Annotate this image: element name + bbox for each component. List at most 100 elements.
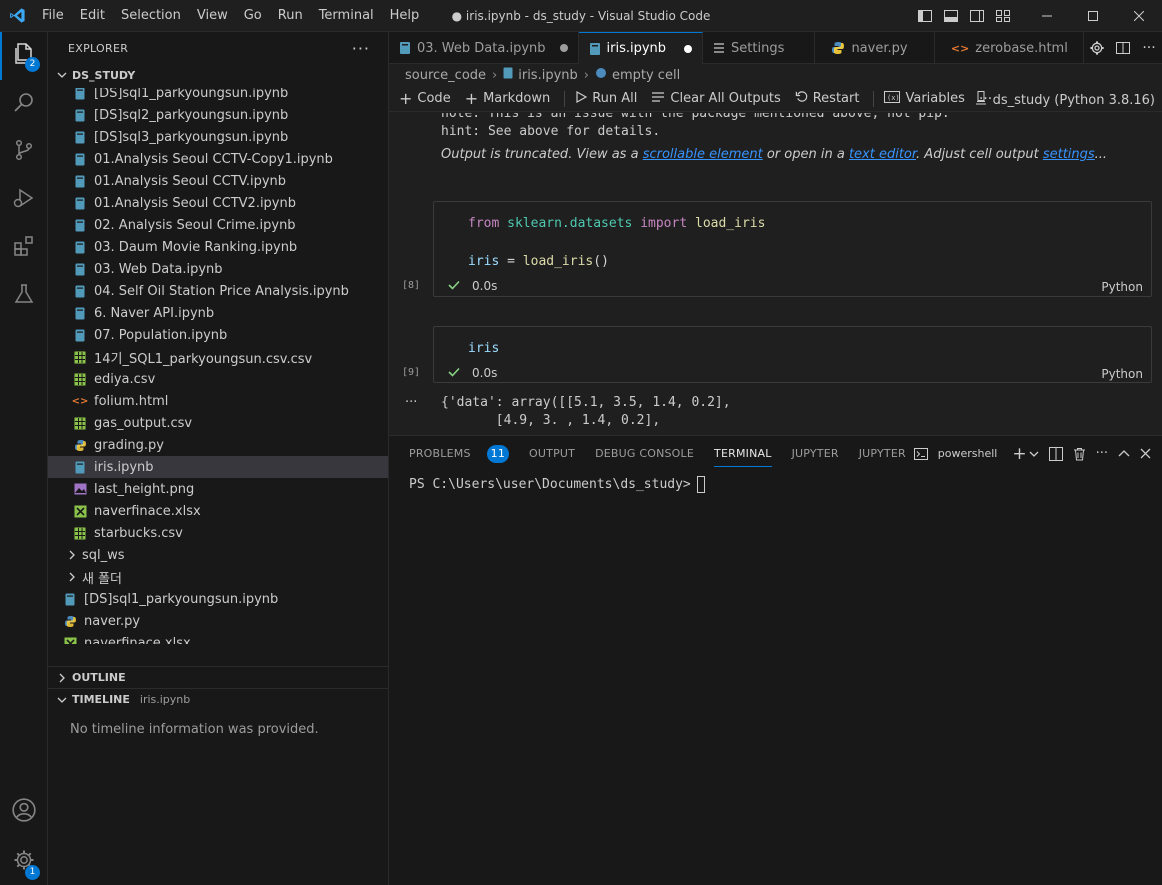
split-terminal-icon[interactable] <box>1048 446 1063 461</box>
file-item-naverfinace-xlsx[interactable]: naverfinace.xlsx <box>48 500 388 522</box>
cell-language[interactable]: Python <box>1101 367 1143 381</box>
accounts-activity[interactable] <box>0 788 48 836</box>
file-item-ds-sql1-parkyoungsun-ipynb[interactable]: [DS]sql1_parkyoungsun.ipynb <box>48 588 388 610</box>
toggle-primary-sidebar-icon[interactable] <box>912 0 938 32</box>
clear-all-outputs-button[interactable]: Clear All Outputs <box>651 91 781 107</box>
more-actions-icon[interactable]: ··· <box>1136 40 1162 56</box>
file-item-last-height-png[interactable]: last_height.png <box>48 478 388 500</box>
extensions-activity[interactable] <box>0 224 48 272</box>
file-item-03-daum-movie-ranking-ipynb[interactable]: 03. Daum Movie Ranking.ipynb <box>48 236 388 258</box>
unsaved-dot-icon[interactable] <box>684 44 693 53</box>
restart-icon <box>795 90 808 107</box>
more-actions-icon[interactable]: ··· <box>352 39 370 58</box>
toggle-secondary-sidebar-icon[interactable] <box>964 0 990 32</box>
close-window-button[interactable] <box>1116 0 1162 32</box>
menu-file[interactable]: File <box>34 0 72 32</box>
file-item-naverfinace-xlsx[interactable]: naverfinace.xlsx <box>48 632 388 644</box>
tab-naver-py[interactable]: naver.py <box>815 32 935 64</box>
file-item-starbucks-csv[interactable]: starbucks.csv <box>48 522 388 544</box>
terminal-instance[interactable]: powershell <box>909 447 1003 460</box>
code-cell[interactable]: iris [9] 0.0s Python <box>402 326 1152 383</box>
tab-jupyter[interactable]: JUPYTER <box>782 436 849 471</box>
tab-debug-console[interactable]: DEBUG CONSOLE <box>585 436 704 471</box>
terminal-prompt: PS C:\Users\user\Documents\ds_study> <box>409 477 691 492</box>
add-markdown-button[interactable]: + Markdown <box>465 89 551 108</box>
text-editor-link[interactable]: text editor <box>849 147 916 162</box>
breadcrumb-cell[interactable]: empty cell <box>612 68 680 83</box>
workspace-header[interactable]: DS_STUDY <box>48 64 388 86</box>
notebook-icon <box>72 151 88 167</box>
file-item-gas-output-csv[interactable]: gas_output.csv <box>48 412 388 434</box>
variables-button[interactable]: (x) Variables <box>884 90 965 107</box>
file-item-01-analysis-seoul-cctv-copy1-ipynb[interactable]: 01.Analysis Seoul CCTV-Copy1.ipynb <box>48 148 388 170</box>
file-item-grading-py[interactable]: grading.py <box>48 434 388 456</box>
file-item-iris-ipynb[interactable]: iris.ipynb <box>48 456 388 478</box>
menu-help[interactable]: Help <box>382 0 428 32</box>
tab-terminal[interactable]: TERMINAL <box>704 436 782 471</box>
output-actions-icon[interactable]: ··· <box>405 395 417 410</box>
file-item-01-analysis-seoul-cctv2-ipynb[interactable]: 01.Analysis Seoul CCTV2.ipynb <box>48 192 388 214</box>
cell-language[interactable]: Python <box>1101 280 1143 294</box>
search-activity[interactable] <box>0 80 48 128</box>
scrollable-element-link[interactable]: scrollable element <box>643 147 763 162</box>
menu-terminal[interactable]: Terminal <box>311 0 382 32</box>
run-debug-activity[interactable] <box>0 176 48 224</box>
maximize-panel-icon[interactable] <box>1118 449 1130 459</box>
settings-link[interactable]: settings <box>1043 147 1095 162</box>
maximize-button[interactable] <box>1070 0 1116 32</box>
file-item-naver-py[interactable]: naver.py <box>48 610 388 632</box>
tab-settings[interactable]: Settings <box>703 32 816 64</box>
more-actions-icon[interactable]: ··· <box>1096 446 1108 461</box>
code-cell[interactable]: from sklearn.datasets import load_iris i… <box>402 201 1152 297</box>
trash-icon[interactable] <box>1073 447 1086 461</box>
minimize-button[interactable] <box>1024 0 1070 32</box>
split-editor-icon[interactable] <box>1110 40 1136 56</box>
timeline-section[interactable]: TIMELINE iris.ipynb <box>48 688 388 710</box>
menu-selection[interactable]: Selection <box>113 0 189 32</box>
menu-edit[interactable]: Edit <box>72 0 113 32</box>
unsaved-dot-icon[interactable] <box>559 44 568 52</box>
menu-view[interactable]: View <box>189 0 236 32</box>
tab-zerobase[interactable]: <> zerobase.html <box>935 32 1084 64</box>
customize-layout-icon[interactable] <box>990 0 1016 32</box>
file-item-folium-html[interactable]: <> folium.html <box>48 390 388 412</box>
folder-item-sql-ws[interactable]: sql_ws <box>48 544 388 566</box>
file-item-03-web-data-ipynb[interactable]: 03. Web Data.ipynb <box>48 258 388 280</box>
breadcrumb-file[interactable]: iris.ipynb <box>518 68 578 83</box>
menu-go[interactable]: Go <box>236 0 270 32</box>
folder-item-새-폴더[interactable]: 새 폴더 <box>48 566 388 588</box>
testing-activity[interactable] <box>0 272 48 320</box>
kernel-picker[interactable]: ds_study (Python 3.8.16) <box>975 91 1155 109</box>
source-control-activity[interactable] <box>0 128 48 176</box>
outline-section[interactable]: OUTLINE <box>48 666 388 688</box>
file-item-02-analysis-seoul-crime-ipynb[interactable]: 02. Analysis Seoul Crime.ipynb <box>48 214 388 236</box>
tab-web-data[interactable]: 03. Web Data.ipynb <box>389 32 579 64</box>
chevron-right-icon: › <box>492 67 498 83</box>
activity-bar: 2 1 <box>0 32 48 885</box>
breadcrumb-folder[interactable]: source_code <box>405 68 486 83</box>
gear-icon[interactable] <box>1084 40 1110 56</box>
file-item-ds-sql3-parkyoungsun-ipynb[interactable]: [DS]sql3_parkyoungsun.ipynb <box>48 126 388 148</box>
close-panel-icon[interactable] <box>1140 448 1151 459</box>
file-item-ds-sql2-parkyoungsun-ipynb[interactable]: [DS]sql2_parkyoungsun.ipynb <box>48 104 388 126</box>
tab-iris[interactable]: iris.ipynb <box>578 32 704 64</box>
new-terminal-icon[interactable]: + <box>1012 444 1026 464</box>
file-item-ediya-csv[interactable]: ediya.csv <box>48 368 388 390</box>
add-code-button[interactable]: + Code <box>399 89 451 108</box>
run-all-button[interactable]: Run All <box>575 90 637 107</box>
explorer-activity[interactable]: 2 <box>0 32 48 80</box>
chevron-down-icon[interactable] <box>1029 449 1039 459</box>
file-item-6-naver-api-ipynb[interactable]: 6. Naver API.ipynb <box>48 302 388 324</box>
toggle-panel-icon[interactable] <box>938 0 964 32</box>
tab-problems[interactable]: PROBLEMS 11 <box>399 436 519 471</box>
file-item-14기-sql1-parkyoungsun-csv-csv[interactable]: 14기_SQL1_parkyoungsun.csv.csv <box>48 346 388 368</box>
file-item-04-self-oil-station-price-analysis-ipynb[interactable]: 04. Self Oil Station Price Analysis.ipyn… <box>48 280 388 302</box>
file-item-01-analysis-seoul-cctv-ipynb[interactable]: 01.Analysis Seoul CCTV.ipynb <box>48 170 388 192</box>
terminal-output[interactable]: PS C:\Users\user\Documents\ds_study> <box>409 476 705 493</box>
file-item-07-population-ipynb[interactable]: 07. Population.ipynb <box>48 324 388 346</box>
restart-button[interactable]: Restart <box>795 90 859 107</box>
manage-activity[interactable]: 1 <box>0 838 48 885</box>
file-item-ds-sql1-parkyoungsun-ipynb[interactable]: [DS]sql1_parkyoungsun.ipynb <box>48 88 388 104</box>
menu-run[interactable]: Run <box>270 0 311 32</box>
tab-output[interactable]: OUTPUT <box>519 436 585 471</box>
